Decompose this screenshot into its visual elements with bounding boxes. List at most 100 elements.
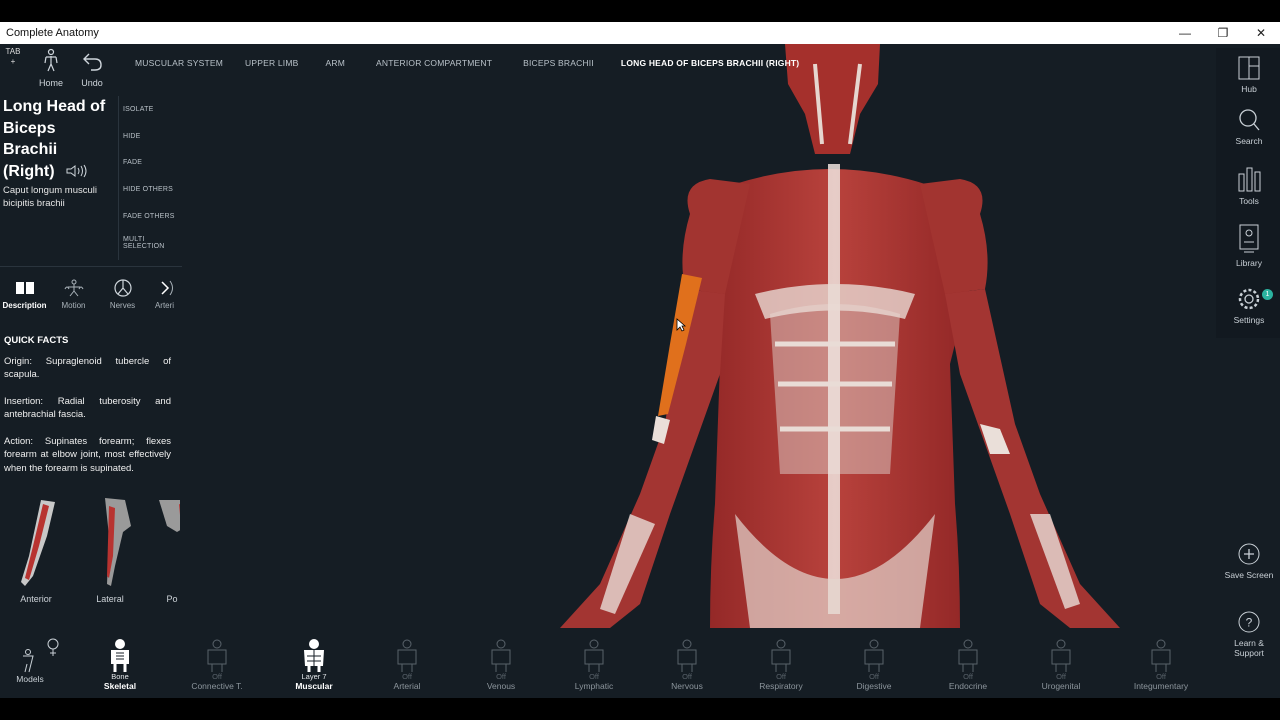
- close-icon[interactable]: ✕: [1242, 22, 1280, 44]
- connective-state: Off: [212, 672, 222, 681]
- system-urogenital[interactable]: Off Urogenital: [1026, 638, 1096, 691]
- hub-label: Hub: [1241, 84, 1257, 94]
- system-nervous[interactable]: Off Nervous: [652, 638, 722, 691]
- breadcrumb-muscular-system[interactable]: MUSCULAR SYSTEM: [124, 58, 234, 68]
- system-respiratory[interactable]: Off Respiratory: [746, 638, 816, 691]
- minimize-icon[interactable]: —: [1166, 22, 1204, 44]
- tab-toggle-button[interactable]: TAB +: [0, 44, 26, 70]
- fact-origin: Origin: Supraglenoid tubercle of scapula…: [4, 356, 171, 381]
- info-tabs: Description Motion Nerves Arteri: [0, 266, 182, 318]
- undo-button[interactable]: Undo: [72, 48, 112, 88]
- urogenital-name: Urogenital: [1041, 681, 1081, 691]
- app-viewport: TAB + Home Undo MUSCULAR SYSTEM UPPER LI…: [0, 44, 1280, 698]
- letterbox-top: [0, 0, 1280, 22]
- tools-icon: [1238, 167, 1261, 192]
- integumentary-state: Off: [1156, 672, 1166, 681]
- tab-nerves-label: Nerves: [109, 301, 136, 310]
- title-line: Brachii: [3, 141, 58, 158]
- system-connective[interactable]: Off Connective T.: [182, 638, 252, 691]
- venous-name: Venous: [486, 681, 516, 691]
- settings-label: Settings: [1233, 315, 1265, 325]
- breadcrumb-arm[interactable]: ARM: [310, 58, 362, 68]
- tab-label: TAB: [5, 47, 21, 56]
- fade-others-button[interactable]: FADE OTHERS: [119, 203, 182, 230]
- search-label: Search: [1235, 136, 1263, 146]
- tools-label: Tools: [1239, 196, 1259, 206]
- muscle-model-render[interactable]: [560, 44, 1120, 628]
- tab-description-label: Description: [2, 301, 47, 310]
- system-lymphatic[interactable]: Off Lymphatic: [559, 638, 629, 691]
- nervous-icon: [677, 639, 697, 672]
- muscular-state: Layer 7: [301, 672, 327, 681]
- system-digestive[interactable]: Off Digestive: [839, 638, 909, 691]
- chevron-right-icon[interactable]: [155, 279, 175, 297]
- multi-selection-button[interactable]: MULTI SELECTION: [119, 230, 182, 257]
- lateral-label: Lateral: [96, 594, 124, 604]
- save-screen-label: Save Screen: [1224, 570, 1274, 580]
- system-skeletal[interactable]: Bone Skeletal: [85, 638, 155, 691]
- home-button[interactable]: Home: [31, 48, 71, 88]
- arterial-icon: [397, 639, 417, 672]
- nervous-name: Nervous: [671, 681, 703, 691]
- hide-button[interactable]: HIDE: [119, 123, 182, 150]
- urogenital-state: Off: [1056, 672, 1066, 681]
- muscle-icon: [304, 639, 324, 672]
- view-thumbnail-anterior[interactable]: Anterior: [6, 496, 66, 604]
- system-muscular[interactable]: Layer 7 Muscular: [279, 638, 349, 691]
- arterial-state: Off: [402, 672, 412, 681]
- tab-nerves[interactable]: Nerves: [98, 267, 147, 318]
- tab-motion[interactable]: Motion: [49, 267, 98, 318]
- isolate-button[interactable]: ISOLATE: [119, 96, 182, 123]
- restore-icon[interactable]: ❐: [1204, 22, 1242, 44]
- system-venous[interactable]: Off Venous: [466, 638, 536, 691]
- endocrine-state: Off: [963, 672, 973, 681]
- system-integumentary[interactable]: Off Integumentary: [1126, 638, 1196, 691]
- title-line: Long Head of: [3, 98, 106, 115]
- breadcrumb-current: LONG HEAD OF BICEPS BRACHII (RIGHT): [620, 58, 800, 68]
- hub-button[interactable]: Hub: [1222, 56, 1276, 94]
- breadcrumb-biceps-brachii[interactable]: BICEPS BRACHII: [507, 58, 610, 68]
- motion-icon: [64, 279, 83, 297]
- tab-motion-label: Motion: [61, 301, 86, 310]
- respiratory-name: Respiratory: [759, 681, 803, 691]
- lymphatic-name: Lymphatic: [574, 681, 614, 691]
- skeleton-icon: [111, 639, 129, 672]
- skeletal-name: Skeletal: [103, 681, 137, 691]
- save-screen-button[interactable]: Save Screen: [1222, 542, 1276, 580]
- connective-tissue-icon: [207, 639, 227, 672]
- window-title: Complete Anatomy: [6, 27, 99, 39]
- undo-label: Undo: [81, 78, 103, 88]
- library-icon: [1239, 224, 1259, 253]
- urogenital-icon: [1051, 639, 1071, 672]
- tab-description[interactable]: Description: [0, 267, 49, 318]
- tab-arteries-label: Arteri: [154, 301, 175, 310]
- posterior-label: Po: [166, 594, 178, 604]
- tools-button[interactable]: Tools: [1222, 166, 1276, 206]
- tab-arteries[interactable]: Arteri: [147, 267, 182, 318]
- integumentary-name: Integumentary: [1133, 681, 1189, 691]
- hide-others-button[interactable]: HIDE OTHERS: [119, 176, 182, 203]
- venous-state: Off: [496, 672, 506, 681]
- lymphatic-icon: [584, 639, 604, 672]
- letterbox-bottom: [0, 698, 1280, 720]
- view-thumbnail-posterior[interactable]: Po: [142, 496, 180, 604]
- title-line-with-audio: (Right): [3, 161, 115, 183]
- system-arterial[interactable]: Off Arterial: [372, 638, 442, 691]
- speaker-icon[interactable]: [65, 164, 89, 178]
- view-thumbnail-lateral[interactable]: Lateral: [80, 496, 140, 604]
- models-button[interactable]: [10, 638, 60, 698]
- system-endocrine[interactable]: Off Endocrine: [933, 638, 1003, 691]
- fade-button[interactable]: FADE: [119, 150, 182, 177]
- search-button[interactable]: Search: [1222, 108, 1276, 146]
- endocrine-icon: [958, 639, 978, 672]
- breadcrumb-upper-limb[interactable]: UPPER LIMB: [234, 58, 310, 68]
- library-button[interactable]: Library: [1222, 224, 1276, 268]
- home-label: Home: [38, 78, 63, 88]
- structure-title: Long Head of Biceps Brachii (Right): [3, 96, 115, 182]
- window-titlebar: Complete Anatomy — ❐ ✕: [0, 22, 1280, 44]
- library-label: Library: [1236, 258, 1262, 268]
- breadcrumb-anterior-compartment[interactable]: ANTERIOR COMPARTMENT: [361, 58, 507, 68]
- fact-action: Action: Supinates forearm; flexes forear…: [4, 436, 171, 474]
- lateral-view-image: [105, 498, 131, 586]
- action-menu: ISOLATE HIDE FADE HIDE OTHERS FADE OTHER…: [118, 96, 182, 260]
